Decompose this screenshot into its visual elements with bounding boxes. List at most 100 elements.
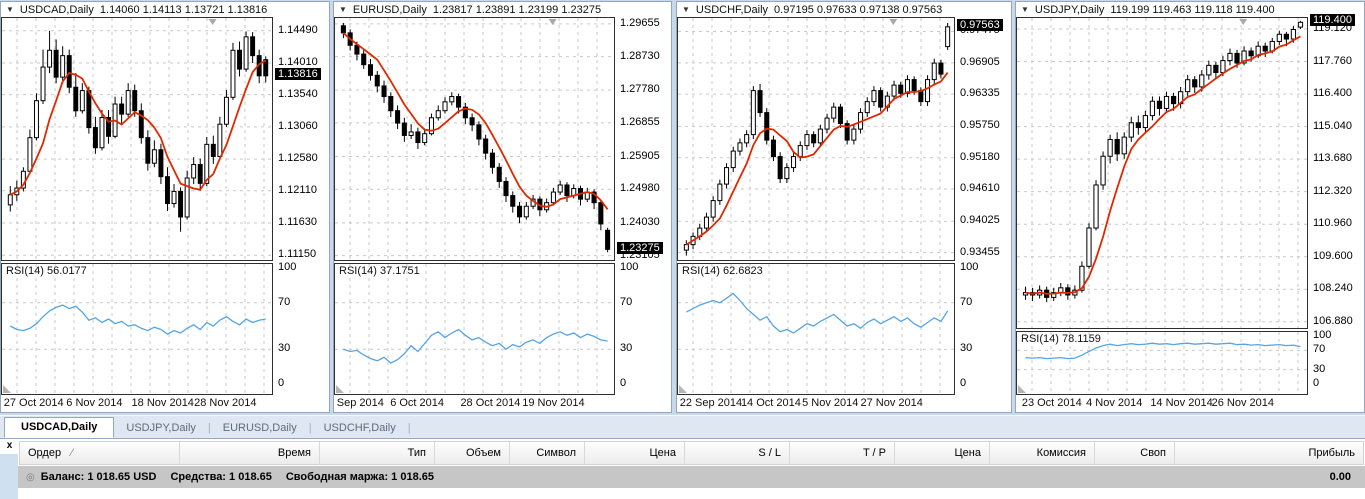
price-tick-label: 109.600 bbox=[1313, 249, 1353, 262]
price-tick-label: 1.25905 bbox=[620, 149, 660, 162]
date-tick-label: 23 Oct 2014 bbox=[1021, 397, 1082, 409]
column-time[interactable]: Время bbox=[180, 442, 320, 464]
tab-usdchf-daily[interactable]: USDCHF,Daily bbox=[312, 419, 408, 438]
rsi-pane[interactable]: RSI(14) 62.6823 bbox=[677, 263, 955, 395]
price-tick-label: 1.12110 bbox=[278, 183, 317, 196]
price-tick-label: 0.95180 bbox=[960, 150, 1000, 163]
price-tick-label: 110.960 bbox=[1313, 217, 1352, 230]
rsi-tick-label: 0 bbox=[1313, 377, 1320, 389]
rsi-tick-label: 70 bbox=[278, 295, 291, 308]
price-scale[interactable]: 1.14490 1.14010 1.13540 1.13060 1.12580 1.121… bbox=[274, 17, 330, 261]
balance-row: ◎ Баланс: 1 018.65 USD Средства: 1 018.6… bbox=[18, 466, 1365, 488]
price-chart-pane[interactable] bbox=[677, 17, 955, 261]
column-swap[interactable]: Своп bbox=[1095, 442, 1175, 464]
price-tick-label: 0.95750 bbox=[960, 119, 1000, 132]
column-profit[interactable]: Прибыль bbox=[1175, 442, 1363, 464]
rsi-tick-label: 100 bbox=[960, 261, 979, 273]
price-tick-label: 0.94025 bbox=[960, 214, 1000, 227]
chart-ohlc-values: 0.97195 0.97633 0.97138 0.97563 bbox=[774, 3, 943, 16]
chart-menu-icon[interactable]: ▼ bbox=[6, 5, 14, 14]
price-tick-label: 0.96905 bbox=[960, 55, 1000, 68]
date-axis: 23 Oct 2014 4 Nov 2014 14 Nov 2014 26 Nov 2… bbox=[1016, 396, 1308, 412]
rsi-tick-label: 30 bbox=[278, 342, 291, 355]
price-tick-label: 0.96335 bbox=[960, 87, 1000, 100]
date-tick-label: 14 Oct 2014 bbox=[740, 397, 801, 409]
price-tick-label: 115.040 bbox=[1313, 119, 1352, 132]
price-scale[interactable]: 1.29655 1.28730 1.27780 1.26855 1.25905 1.249… bbox=[616, 17, 672, 261]
price-scale[interactable]: 0.974750.969050.963350.957500.951800.946… bbox=[956, 17, 1012, 261]
orders-table-header: Ордер ∕ Время Тип Объем Символ Цена S / L… bbox=[19, 441, 1364, 465]
price-tick-label: 1.13540 bbox=[278, 87, 318, 100]
price-tick-label: 113.680 bbox=[1313, 152, 1352, 165]
column-tp[interactable]: T / P bbox=[790, 442, 895, 464]
column-volume[interactable]: Объем bbox=[435, 442, 510, 464]
chart-tabbar: USDCAD,Daily USDJPY,Daily | EURUSD,Daily… bbox=[0, 415, 1365, 439]
rsi-indicator-label: RSI(14) 37.1751 bbox=[339, 265, 420, 277]
chart-title: USDCHF,Daily bbox=[695, 3, 769, 16]
price-tick-label: 1.29655 bbox=[620, 16, 660, 29]
rsi-pane[interactable]: RSI(14) 78.1159 bbox=[1016, 331, 1308, 395]
chart-menu-icon[interactable]: ▼ bbox=[682, 5, 690, 14]
date-tick-label: 28 Nov 2014 bbox=[194, 397, 257, 409]
date-axis: 27 Oct 2014 6 Nov 2014 18 Nov 2014 28 Nov 2… bbox=[1, 396, 273, 412]
price-tick-label: 1.27780 bbox=[620, 83, 660, 96]
rsi-scale: 100 70 30 0 bbox=[956, 261, 1012, 395]
price-tick-label: 1.13060 bbox=[278, 119, 318, 132]
chart-menu-icon[interactable]: ▼ bbox=[1021, 5, 1029, 14]
date-tick-label: 6 Oct 2014 bbox=[390, 397, 445, 409]
rsi-tick-label: 0 bbox=[960, 377, 967, 389]
rsi-pane[interactable]: RSI(14) 37.1751 bbox=[334, 263, 615, 395]
column-price-open[interactable]: Цена bbox=[585, 442, 685, 464]
date-tick-label: 18 Nov 2014 bbox=[131, 397, 194, 409]
rsi-tick-label: 0 bbox=[278, 377, 285, 389]
trading-terminal-app: ▼ USDCAD,Daily 1.14060 1.14113 1.13721 1… bbox=[0, 0, 1365, 499]
chart-titlebar: ▼ USDCAD,Daily 1.14060 1.14113 1.13721 1… bbox=[1, 2, 329, 17]
date-tick-label: 5 Nov 2014 bbox=[802, 397, 859, 409]
chart-title: EURUSD,Daily bbox=[352, 3, 427, 16]
price-tick-label: 106.880 bbox=[1313, 314, 1353, 327]
date-tick-label: 19 Nov 2014 bbox=[522, 397, 585, 409]
chart-ohlc-values: 1.23817 1.23891 1.23199 1.23275 bbox=[432, 3, 602, 16]
price-chart-pane[interactable] bbox=[334, 17, 615, 261]
column-price-current[interactable]: Цена bbox=[895, 442, 990, 464]
tab-usdcad-daily[interactable]: USDCAD,Daily bbox=[4, 417, 115, 438]
current-price-label: 119.400 bbox=[1310, 14, 1355, 27]
price-scale[interactable]: 119.120 117.760 116.400 115.040 113.680 112.3… bbox=[1309, 14, 1365, 329]
rsi-scale: 100 70 30 0 bbox=[274, 261, 330, 395]
chart-title: USDJPY,Daily bbox=[1034, 3, 1105, 16]
chart-menu-icon[interactable]: ▼ bbox=[339, 5, 347, 14]
date-tick-label: 22 Sep 2014 bbox=[679, 397, 743, 409]
column-type[interactable]: Тип bbox=[320, 442, 435, 464]
current-price-label: 1.13816 bbox=[275, 68, 321, 81]
rsi-scale: 100 70 30 0 bbox=[616, 261, 672, 395]
tab-eurusd-daily[interactable]: EURUSD,Daily bbox=[211, 419, 309, 438]
profit-value: 0.00 bbox=[1329, 471, 1351, 483]
price-chart-pane[interactable] bbox=[1016, 17, 1308, 329]
chart-ohlc-values: 1.14060 1.14113 1.13721 1.13816 bbox=[99, 3, 268, 16]
tab-usdjpy-daily[interactable]: USDJPY,Daily bbox=[114, 419, 208, 438]
column-commission[interactable]: Комиссия bbox=[990, 442, 1095, 464]
price-tick-label: 1.24030 bbox=[620, 215, 660, 228]
price-tick-label: 112.320 bbox=[1313, 184, 1352, 197]
date-axis: 22 Sep 2014 14 Oct 2014 5 Nov 2014 27 Nov 2… bbox=[677, 396, 955, 412]
column-sl[interactable]: S / L bbox=[685, 442, 790, 464]
rsi-tick-label: 70 bbox=[1313, 343, 1326, 356]
rsi-tick-label: 30 bbox=[620, 342, 633, 355]
date-tick-label: 28 Oct 2014 bbox=[460, 397, 521, 409]
price-tick-label: 1.12580 bbox=[278, 152, 318, 165]
price-tick-label: 0.94610 bbox=[960, 182, 1000, 195]
close-icon[interactable]: x bbox=[2, 440, 17, 453]
price-tick-label: 1.28730 bbox=[620, 49, 660, 62]
date-tick-label: 4 Nov 2014 bbox=[1086, 397, 1143, 409]
price-tick-label: 0.93455 bbox=[960, 245, 1000, 258]
column-order[interactable]: Ордер ∕ bbox=[20, 442, 180, 464]
rsi-indicator-label: RSI(14) 78.1159 bbox=[1021, 333, 1101, 345]
column-symbol[interactable]: Символ bbox=[510, 442, 585, 464]
rsi-pane[interactable]: RSI(14) 56.0177 bbox=[1, 263, 273, 395]
date-tick-label: 27 Nov 2014 bbox=[860, 397, 923, 409]
price-tick-label: 1.26855 bbox=[620, 115, 660, 128]
tab-separator: | bbox=[407, 422, 411, 434]
price-chart-pane[interactable] bbox=[1, 17, 273, 261]
current-price-label: 0.97563 bbox=[957, 18, 1003, 31]
rsi-tick-label: 70 bbox=[620, 295, 633, 308]
